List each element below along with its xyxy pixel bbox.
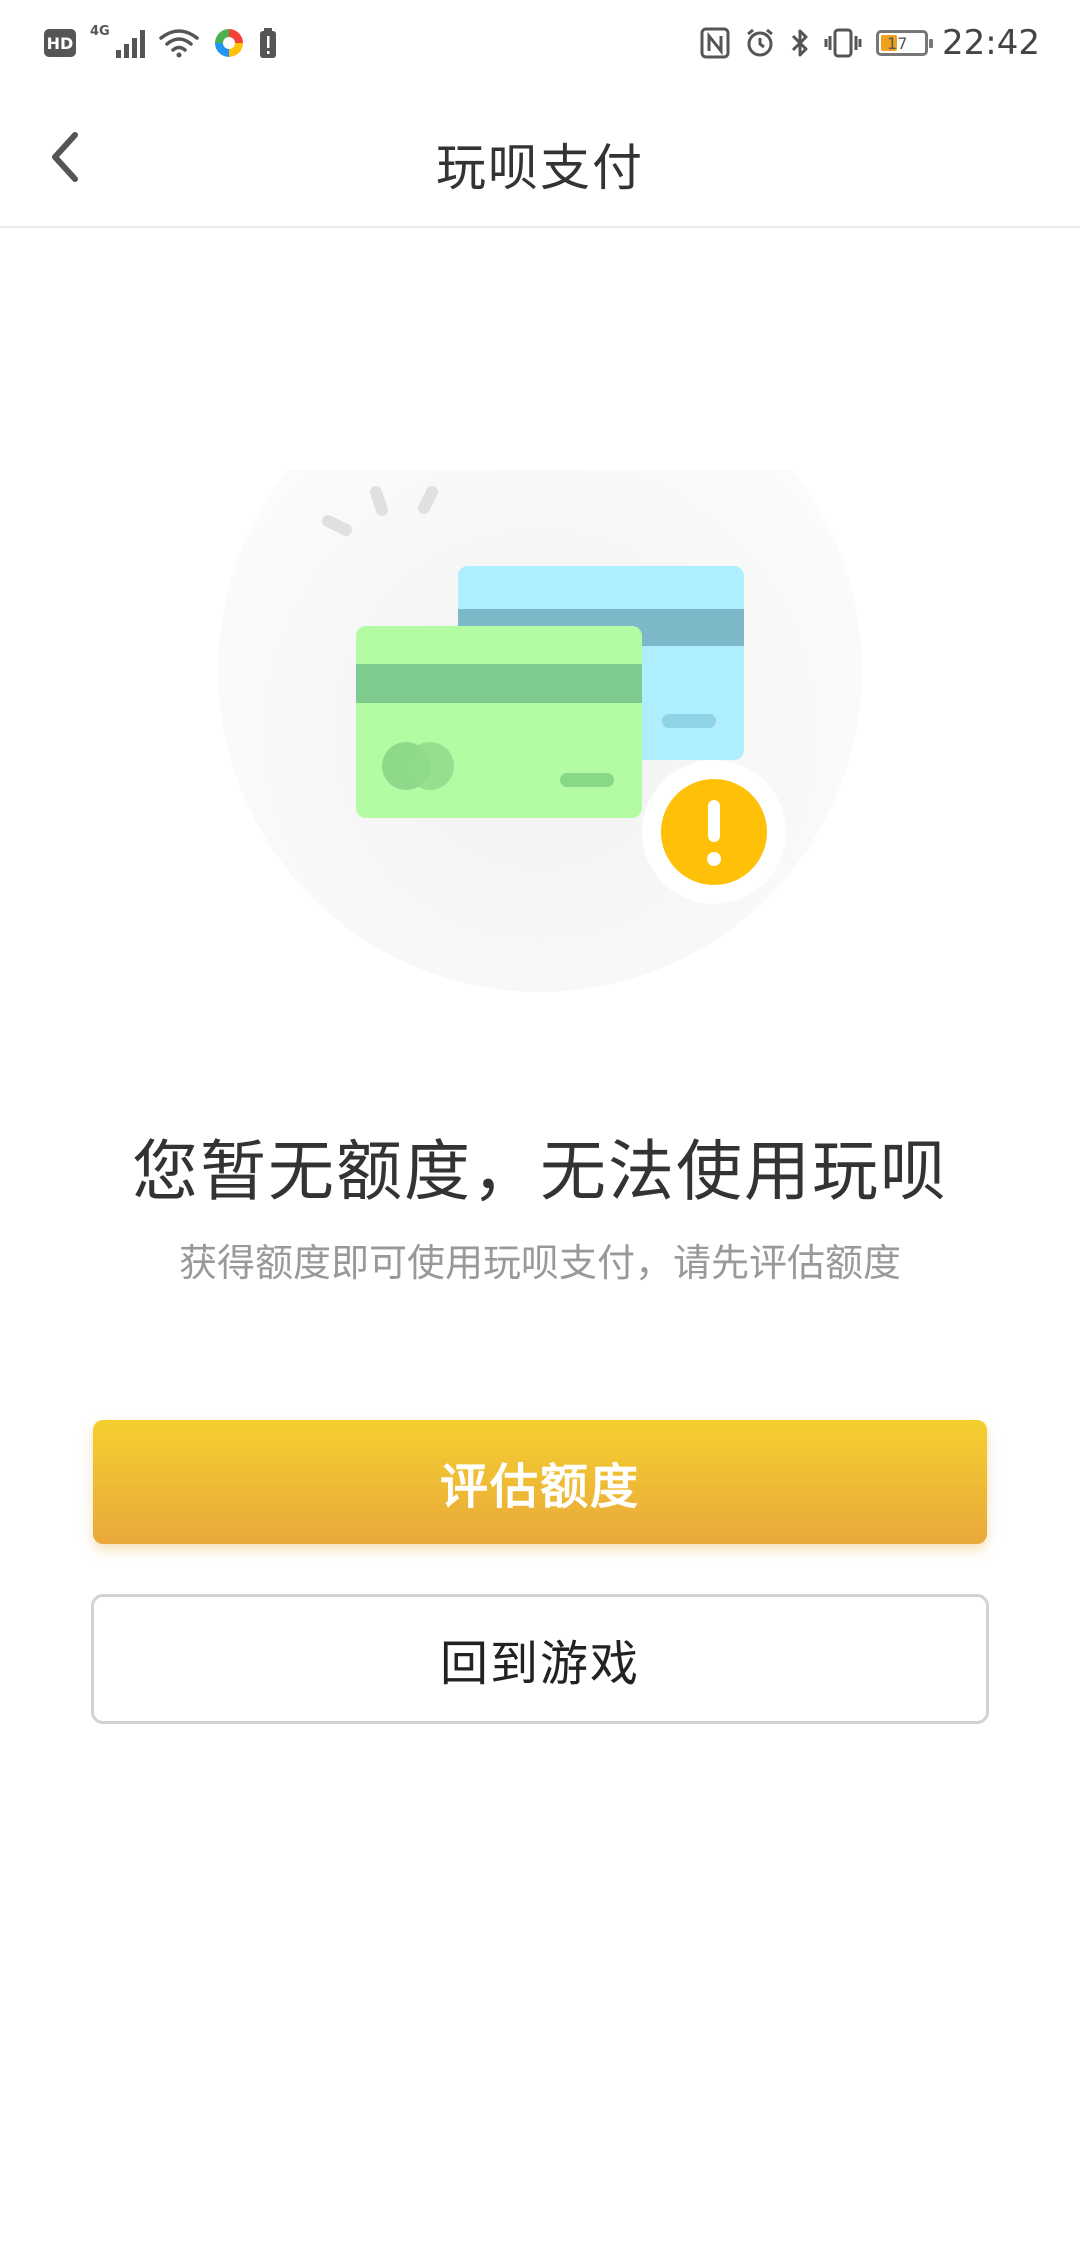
- clock: 22:42: [942, 23, 1040, 63]
- status-bar: HD 4G 17 22:42: [0, 0, 1080, 86]
- evaluate-credit-button[interactable]: 评估额度: [93, 1420, 987, 1544]
- bluetooth-icon: [791, 29, 808, 57]
- nfc-icon: [700, 27, 730, 59]
- status-bar-left: HD 4G: [44, 24, 277, 59]
- page-title: 玩呗支付: [436, 139, 644, 197]
- credit-cards-warning-illustration: [218, 470, 862, 992]
- app-notification-icon: [215, 29, 243, 57]
- header: 玩呗支付: [0, 86, 1080, 228]
- wifi-icon: [159, 29, 199, 58]
- return-to-game-button[interactable]: 回到游戏: [91, 1594, 989, 1724]
- battery-level: 17: [887, 33, 908, 53]
- warning-badge: [642, 760, 786, 904]
- battery-icon: 17: [876, 30, 934, 56]
- no-credit-message: 您暂无额度，无法使用玩呗: [132, 1133, 948, 1210]
- no-credit-hint: 获得额度即可使用玩呗支付，请先评估额度: [178, 1241, 901, 1285]
- hd-badge: HD: [44, 29, 76, 57]
- battery-alert-icon: [260, 28, 276, 58]
- alarm-icon: [747, 28, 773, 57]
- credit-card-front: [356, 626, 642, 818]
- cellular-signal-icon: 4G: [90, 24, 145, 58]
- status-bar-right: 17 22:42: [700, 23, 1040, 63]
- vibrate-icon: [824, 28, 862, 58]
- network-type-label: 4G: [90, 24, 110, 39]
